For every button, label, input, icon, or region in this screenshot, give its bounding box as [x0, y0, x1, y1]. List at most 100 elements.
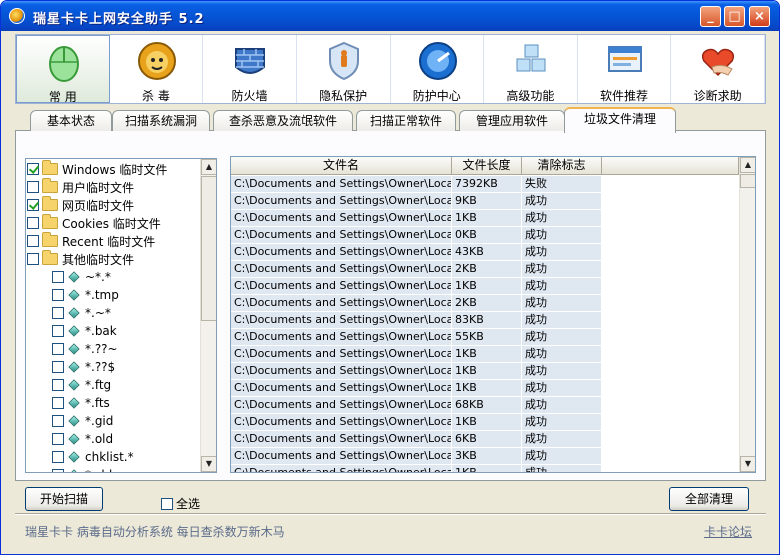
cell-filesize: 9KB — [452, 193, 522, 210]
scroll-down-icon[interactable]: ▼ — [740, 456, 755, 472]
table-row[interactable]: C:\Documents and Settings\Owner\Local ..… — [231, 431, 602, 448]
cell-filename: C:\Documents and Settings\Owner\Local ..… — [231, 295, 452, 312]
tree-item-checkbox[interactable] — [27, 163, 39, 175]
table-row[interactable]: C:\Documents and Settings\Owner\Local ..… — [231, 329, 602, 346]
tree-item-checkbox[interactable] — [27, 181, 39, 193]
scroll-thumb[interactable] — [740, 174, 755, 188]
table-row[interactable]: C:\Documents and Settings\Owner\Local ..… — [231, 261, 602, 278]
tree-item-checkbox[interactable] — [27, 217, 39, 229]
tree-item-checkbox[interactable] — [52, 433, 64, 445]
table-row[interactable]: C:\Documents and Settings\Owner\Local ..… — [231, 176, 602, 193]
tree-item[interactable]: 用户临时文件 — [27, 178, 134, 196]
tree-child-item[interactable]: *.tmp — [52, 286, 119, 304]
table-row[interactable]: C:\Documents and Settings\Owner\Local ..… — [231, 363, 602, 380]
tree-item-label: *.fts — [85, 396, 110, 410]
tree-child-item[interactable]: *.bak — [52, 322, 117, 340]
tree-item-checkbox[interactable] — [52, 361, 64, 373]
close-button[interactable]: × — [749, 6, 770, 27]
toolbar-common[interactable]: 常 用 — [16, 35, 110, 104]
tree-item[interactable]: Windows 临时文件 — [27, 160, 167, 178]
tree-item[interactable]: 网页临时文件 — [27, 196, 134, 214]
tab-kill-malware[interactable]: 查杀恶意及流氓软件 — [213, 110, 353, 132]
clean-all-button[interactable]: 全部清理 — [669, 487, 749, 511]
tree-item-checkbox[interactable] — [52, 343, 64, 355]
tree-item[interactable]: Recent 临时文件 — [27, 232, 155, 250]
toolbar-advanced[interactable]: 高级功能 — [484, 35, 578, 103]
tree-child-item[interactable]: ~*.* — [52, 268, 111, 286]
tree-item-checkbox[interactable] — [52, 307, 64, 319]
table-row[interactable]: C:\Documents and Settings\Owner\Local ..… — [231, 346, 602, 363]
tab-basic-status[interactable]: 基本状态 — [30, 110, 112, 132]
tab-junk-cleanup[interactable]: 垃圾文件清理 — [564, 107, 676, 133]
table-row[interactable]: C:\Documents and Settings\Owner\Local ..… — [231, 227, 602, 244]
tree-item-checkbox[interactable] — [52, 451, 64, 463]
tree-child-item[interactable]: *.??~ — [52, 340, 118, 358]
tree-item-checkbox[interactable] — [27, 253, 39, 265]
tree-child-item[interactable]: *.chk — [52, 466, 116, 472]
cell-clean-flag: 成功 — [522, 278, 602, 295]
toolbar-firewall[interactable]: 防火墙 — [203, 35, 297, 103]
minimize-button[interactable]: _ — [700, 6, 721, 27]
file-type-icon — [68, 289, 80, 301]
table-row[interactable]: C:\Documents and Settings\Owner\Local ..… — [231, 244, 602, 261]
toolbar-software-recommend[interactable]: 软件推荐 — [578, 35, 672, 103]
tree-item-checkbox[interactable] — [52, 415, 64, 427]
toolbar-privacy[interactable]: 隐私保护 — [297, 35, 391, 103]
column-clean-flag[interactable]: 清除标志 — [522, 157, 602, 175]
table-row[interactable]: C:\Documents and Settings\Owner\Local ..… — [231, 193, 602, 210]
tree-item-checkbox[interactable] — [52, 397, 64, 409]
table-row[interactable]: C:\Documents and Settings\Owner\Local ..… — [231, 278, 602, 295]
protection-ring-icon — [418, 41, 458, 81]
tree-child-item[interactable]: *.gid — [52, 412, 113, 430]
table-row[interactable]: C:\Documents and Settings\Owner\Local ..… — [231, 210, 602, 227]
tree-item-checkbox[interactable] — [52, 469, 64, 472]
tree-child-item[interactable]: *.~* — [52, 304, 111, 322]
cell-filename: C:\Documents and Settings\Owner\Local ..… — [231, 193, 452, 210]
column-filesize[interactable]: 文件长度 — [452, 157, 522, 175]
table-row[interactable]: C:\Documents and Settings\Owner\Local ..… — [231, 465, 602, 472]
toolbar-diagnose-help[interactable]: 诊断求助 — [671, 35, 765, 103]
heart-hand-icon — [698, 41, 738, 81]
cell-filename: C:\Documents and Settings\Owner\Local ..… — [231, 227, 452, 244]
tree-item-checkbox[interactable] — [52, 289, 64, 301]
toolbar-antivirus[interactable]: 杀 毒 — [110, 35, 204, 103]
tree-item[interactable]: Cookies 临时文件 — [27, 214, 161, 232]
table-row[interactable]: C:\Documents and Settings\Owner\Local ..… — [231, 448, 602, 465]
results-table[interactable]: 文件名 文件长度 清除标志 ▲ ▼ C:\Documents and Setti… — [230, 156, 756, 473]
tree-item-checkbox[interactable] — [52, 379, 64, 391]
tree-child-item[interactable]: chklist.* — [52, 448, 134, 466]
tree-item-checkbox[interactable] — [52, 325, 64, 337]
select-all[interactable]: 全选 — [161, 495, 200, 512]
tab-scan-vulnerabilities[interactable]: 扫描系统漏洞 — [112, 110, 210, 132]
tree-child-item[interactable]: *.old — [52, 430, 113, 448]
tree-child-item[interactable]: *.fts — [52, 394, 110, 412]
scroll-down-icon[interactable]: ▼ — [201, 456, 216, 472]
table-row[interactable]: C:\Documents and Settings\Owner\Local ..… — [231, 397, 602, 414]
start-scan-button[interactable]: 开始扫描 — [25, 487, 103, 511]
tree-item[interactable]: 其他临时文件 — [27, 250, 134, 268]
title-bar[interactable]: 瑞星卡卡上网安全助手 5.2 _ □ × — [1, 1, 779, 31]
table-row[interactable]: C:\Documents and Settings\Owner\Local ..… — [231, 295, 602, 312]
tree-item-checkbox[interactable] — [27, 199, 39, 211]
file-type-tree[interactable]: ▲ ▼ Windows 临时文件 用户临时文件 网页临时文件 Cookies 临时文件… — [25, 158, 217, 473]
table-row[interactable]: C:\Documents and Settings\Owner\Local ..… — [231, 380, 602, 397]
tree-scrollbar[interactable]: ▲ ▼ — [200, 159, 216, 472]
maximize-button[interactable]: □ — [724, 6, 745, 27]
scroll-thumb[interactable] — [201, 176, 216, 321]
file-type-icon — [68, 415, 80, 427]
tree-item-checkbox[interactable] — [27, 235, 39, 247]
tab-manage-apps[interactable]: 管理应用软件 — [459, 110, 565, 132]
scroll-up-icon[interactable]: ▲ — [201, 159, 216, 175]
table-scrollbar[interactable]: ▲ ▼ — [739, 157, 755, 472]
scroll-up-icon[interactable]: ▲ — [740, 157, 755, 173]
forum-link[interactable]: 卡卡论坛 — [704, 523, 752, 540]
toolbar-protection-center[interactable]: 防护中心 — [391, 35, 485, 103]
tree-item-checkbox[interactable] — [52, 271, 64, 283]
table-row[interactable]: C:\Documents and Settings\Owner\Local ..… — [231, 312, 602, 329]
column-filename[interactable]: 文件名 — [231, 157, 452, 175]
tree-child-item[interactable]: *.??$ — [52, 358, 115, 376]
table-row[interactable]: C:\Documents and Settings\Owner\Local ..… — [231, 414, 602, 431]
tree-child-item[interactable]: *.ftg — [52, 376, 111, 394]
select-all-checkbox[interactable] — [161, 497, 173, 510]
tab-scan-normal-software[interactable]: 扫描正常软件 — [356, 110, 456, 132]
